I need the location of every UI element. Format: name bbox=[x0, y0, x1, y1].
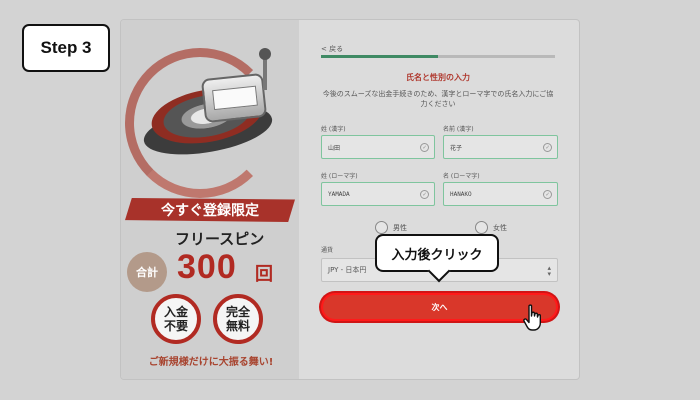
slot-lever bbox=[259, 48, 271, 90]
gender-female-radio[interactable]: 女性 bbox=[475, 221, 507, 234]
first-name-kanji-label: 名前 (漢字) bbox=[443, 126, 474, 133]
last-name-kanji-value: 山田 bbox=[328, 144, 341, 152]
gender-female-label: 女性 bbox=[493, 223, 507, 232]
hand-pointer-icon bbox=[523, 304, 541, 331]
check-circle-icon: ✓ bbox=[543, 190, 552, 199]
form-description: 今後のスムーズな出金手続きのため、漢字とローマ字での氏名入力にご協力ください bbox=[322, 90, 554, 108]
last-name-roman-input[interactable]: YAMADA ✓ bbox=[321, 182, 435, 206]
check-circle-icon: ✓ bbox=[420, 190, 429, 199]
last-name-roman-label: 姓 (ローマ字) bbox=[321, 173, 358, 180]
check-circle-icon: ✓ bbox=[543, 143, 552, 152]
last-name-roman-value: YAMADA bbox=[328, 190, 350, 198]
first-name-kanji-input[interactable]: 花子 ✓ bbox=[443, 135, 558, 159]
gender-male-radio[interactable]: 男性 bbox=[375, 221, 407, 234]
first-name-kanji-value: 花子 bbox=[450, 144, 463, 152]
progress-bar bbox=[321, 55, 555, 58]
registration-card: 今すぐ登録限定 フリースピン 合計 300 回 入金 不要 完全 無料 ご新規様… bbox=[120, 19, 580, 380]
currency-label: 通貨 bbox=[321, 247, 334, 254]
spin-amount: 300 bbox=[177, 248, 237, 286]
step-label: Step 3 bbox=[22, 24, 110, 72]
first-name-roman-value: HANAKO bbox=[450, 190, 472, 198]
promo-catchphrase: ご新規様だけに大振る舞い! bbox=[148, 357, 274, 368]
spin-unit: 回 bbox=[255, 264, 273, 285]
radio-circle bbox=[475, 221, 488, 234]
last-name-kanji-label: 姓 (漢字) bbox=[321, 126, 346, 133]
last-name-kanji-input[interactable]: 山田 ✓ bbox=[321, 135, 435, 159]
radio-circle bbox=[375, 221, 388, 234]
instruction-callout: 入力後クリック bbox=[375, 234, 499, 272]
check-circle-icon: ✓ bbox=[420, 143, 429, 152]
slot-machine-image bbox=[200, 72, 268, 124]
free-badge: 完全 無料 bbox=[213, 294, 263, 344]
gender-male-label: 男性 bbox=[393, 223, 407, 232]
first-name-roman-label: 名 (ローマ字) bbox=[443, 173, 480, 180]
first-name-roman-input[interactable]: HANAKO ✓ bbox=[443, 182, 558, 206]
progress-fill bbox=[321, 55, 438, 58]
chevron-updown-icon: ▴ ▾ bbox=[547, 264, 551, 278]
promo-banner: 今すぐ登録限定 bbox=[125, 198, 295, 222]
no-deposit-badge: 入金 不要 bbox=[151, 294, 201, 344]
back-link[interactable]: < 戻る bbox=[321, 44, 343, 54]
form-title: 氏名と性別の入力 bbox=[406, 73, 470, 82]
promo-panel: 今すぐ登録限定 フリースピン 合計 300 回 入金 不要 完全 無料 ご新規様… bbox=[121, 20, 299, 379]
total-badge: 合計 bbox=[127, 252, 167, 292]
free-spin-label: フリースピン bbox=[175, 230, 265, 248]
currency-value: JPY - 日本円 bbox=[328, 266, 367, 274]
